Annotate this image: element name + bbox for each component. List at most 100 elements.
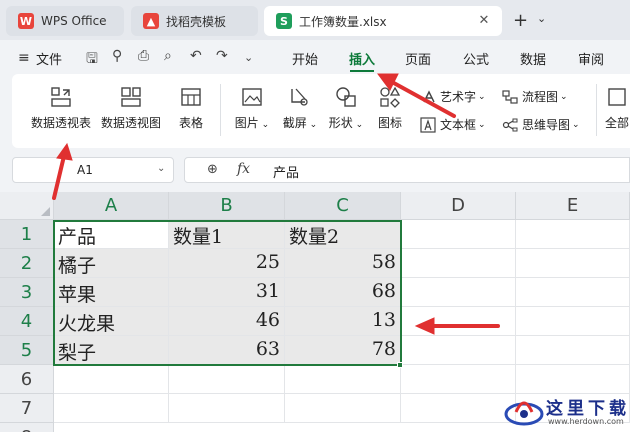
wordart-button[interactable]: 艺术字 ⌄ — [422, 88, 486, 105]
formula-input[interactable]: 产品 — [273, 162, 299, 181]
redo-icon[interactable]: ↷ — [216, 48, 228, 64]
tab-home[interactable]: 开始 — [292, 49, 318, 68]
textbox-button[interactable]: 文本框 ⌄ — [420, 116, 486, 133]
print-preview-icon[interactable]: ⌕ — [164, 48, 172, 64]
cell-empty[interactable] — [401, 394, 516, 423]
cell-B5[interactable]: 63 — [169, 336, 285, 365]
cell-empty[interactable] — [401, 220, 516, 249]
cell-empty[interactable] — [169, 365, 285, 394]
close-icon[interactable]: ✕ — [476, 13, 492, 29]
cell-empty[interactable] — [285, 394, 401, 423]
row-header[interactable]: 4 — [0, 307, 54, 336]
select-all-corner[interactable] — [0, 192, 54, 220]
cell-empty[interactable] — [516, 278, 630, 307]
column-header[interactable]: E — [516, 192, 630, 220]
cell-empty[interactable] — [401, 249, 516, 278]
cell-C2[interactable]: 58 — [285, 249, 401, 278]
column-header[interactable]: D — [401, 192, 516, 220]
print-icon[interactable]: ⎙ — [138, 48, 149, 64]
tab-page[interactable]: 页面 — [405, 49, 431, 68]
cell-empty[interactable] — [516, 249, 630, 278]
cell-empty[interactable] — [401, 365, 516, 394]
tab-data[interactable]: 数据 — [520, 49, 546, 68]
share-icon[interactable]: ⚲ — [112, 48, 122, 64]
row-header[interactable]: 1 — [0, 220, 54, 249]
fullscreen-button[interactable]: 全部 — [604, 86, 630, 131]
icon-library-icon — [380, 86, 401, 108]
cell-empty[interactable] — [516, 307, 630, 336]
undo-icon[interactable]: ↶ — [190, 48, 202, 64]
docer-icon: ▲ — [143, 13, 159, 29]
table-button[interactable]: 表格 — [174, 86, 208, 131]
spreadsheet-icon: S — [276, 13, 292, 29]
cell-empty[interactable] — [54, 394, 169, 423]
cell-A1[interactable]: 产品 — [54, 220, 169, 249]
fullscreen-icon — [608, 88, 626, 106]
pivot-chart-button[interactable]: 数据透视图 — [100, 86, 162, 131]
hamburger-icon[interactable]: ≡ — [18, 50, 30, 66]
column-header[interactable]: A — [54, 192, 169, 220]
shape-button[interactable]: 形状 ⌄ — [324, 86, 368, 131]
cell-B2[interactable]: 25 — [169, 249, 285, 278]
column-header[interactable]: B — [169, 192, 285, 220]
row-header[interactable]: 3 — [0, 278, 54, 307]
active-tab-indicator — [350, 70, 374, 72]
tab-formulas[interactable]: 公式 — [463, 49, 489, 68]
chevron-down-icon[interactable]: ⌄ — [244, 51, 253, 64]
name-box-value: A1 — [77, 163, 93, 177]
tab-workbook[interactable]: S 工作簿数量.xlsx ✕ — [264, 6, 502, 36]
pivot-table-button[interactable]: 数据透视表 — [30, 86, 92, 131]
column-header[interactable]: C — [285, 192, 401, 220]
cell-C1[interactable]: 数量2 — [285, 220, 401, 249]
flowchart-button[interactable]: 流程图 ⌄ — [502, 88, 568, 105]
new-tab-icon[interactable]: + — [513, 10, 528, 31]
row-header[interactable]: 7 — [0, 394, 54, 423]
row-header[interactable]: 6 — [0, 365, 54, 394]
cell-empty[interactable] — [401, 336, 516, 365]
cell-A5[interactable]: 梨子 — [54, 336, 169, 365]
zoom-icon[interactable]: ⊕ — [207, 162, 218, 177]
ribbon-separator — [220, 84, 221, 136]
tab-insert[interactable]: 插入 — [349, 49, 375, 68]
icon-library-button[interactable]: 图标 — [374, 86, 406, 131]
cell-B4[interactable]: 46 — [169, 307, 285, 336]
tab-review[interactable]: 审阅 — [578, 49, 604, 68]
cell-B1[interactable]: 数量1 — [169, 220, 285, 249]
row-header[interactable]: 2 — [0, 249, 54, 278]
file-menu[interactable]: 文件 — [36, 49, 62, 68]
shape-label: 形状 — [328, 116, 353, 130]
screenshot-button[interactable]: 截屏 ⌄ — [278, 86, 322, 131]
picture-button[interactable]: 图片 ⌄ — [230, 86, 274, 131]
cell-empty[interactable] — [169, 394, 285, 423]
scissors-icon — [291, 88, 308, 106]
cell-empty[interactable] — [54, 365, 169, 394]
flowchart-icon — [502, 89, 518, 104]
cell-empty[interactable] — [401, 307, 516, 336]
function-icon[interactable]: fx — [237, 161, 250, 177]
cell-empty[interactable] — [285, 365, 401, 394]
chevron-down-icon[interactable]: ⌄ — [537, 12, 546, 25]
tab-docer-templates[interactable]: ▲ 找稻壳模板 — [131, 6, 258, 36]
row-header[interactable]: 5 — [0, 336, 54, 365]
tab-label: 找稻壳模板 — [166, 14, 227, 29]
chevron-down-icon[interactable]: ⌄ — [157, 163, 165, 174]
name-box[interactable]: A1 ⌄ — [12, 157, 174, 183]
cell-C5[interactable]: 78 — [285, 336, 401, 365]
cell-empty[interactable] — [516, 220, 630, 249]
window-tab-bar: W WPS Office ▲ 找稻壳模板 S 工作簿数量.xlsx ✕ + ⌄ — [0, 0, 630, 40]
cell-A4[interactable]: 火龙果 — [54, 307, 169, 336]
cell-C4[interactable]: 13 — [285, 307, 401, 336]
cell-B3[interactable]: 31 — [169, 278, 285, 307]
cell-A3[interactable]: 苹果 — [54, 278, 169, 307]
cell-C3[interactable]: 68 — [285, 278, 401, 307]
tab-wps-office[interactable]: W WPS Office — [6, 6, 124, 36]
cell-A2[interactable]: 橘子 — [54, 249, 169, 278]
tab-label: 工作簿数量.xlsx — [299, 14, 387, 29]
tab-label: WPS Office — [41, 14, 107, 28]
cell-empty[interactable] — [401, 278, 516, 307]
row-header[interactable]: 8 — [0, 423, 54, 432]
save-icon[interactable]: 🖫 — [86, 48, 98, 72]
mindmap-button[interactable]: 思维导图 ⌄ — [502, 116, 580, 133]
cell-empty[interactable] — [516, 336, 630, 365]
fill-handle[interactable] — [397, 362, 403, 368]
